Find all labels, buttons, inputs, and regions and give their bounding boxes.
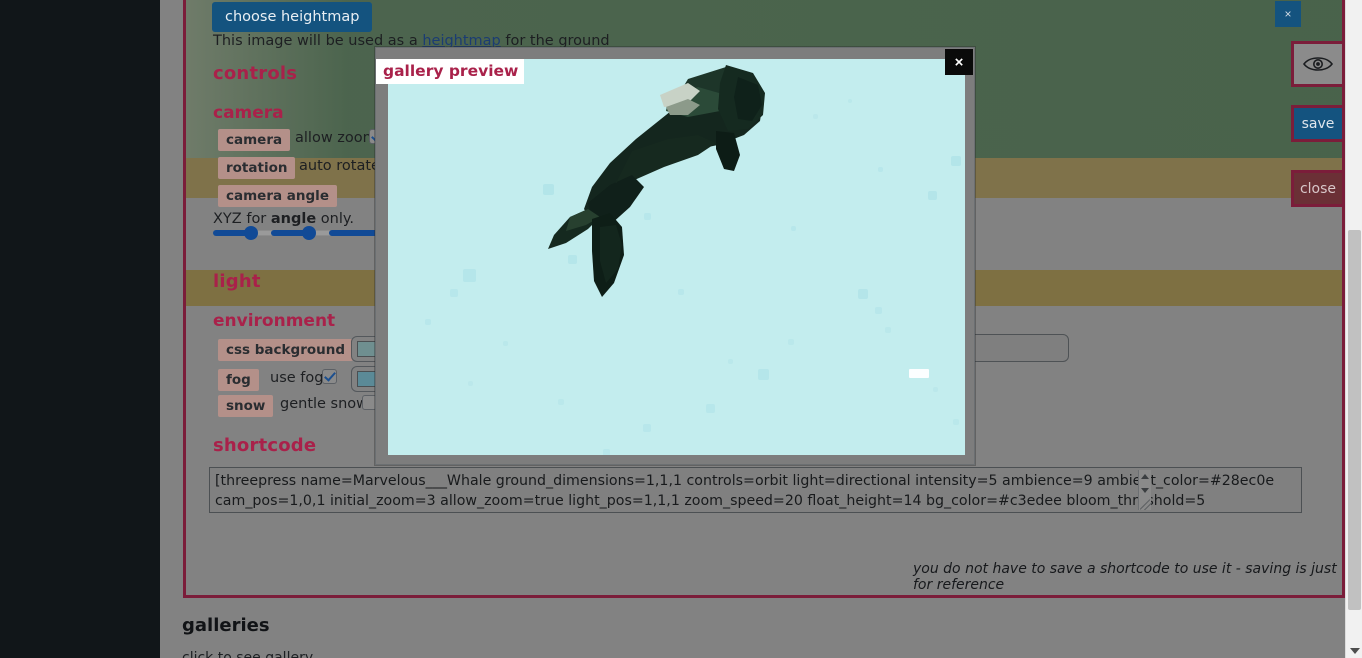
choose-heightmap-button[interactable]: choose heightmap xyxy=(212,2,373,32)
section-heading-light: light xyxy=(213,271,261,292)
section-heading-environment: environment xyxy=(213,311,336,331)
snow-particle xyxy=(951,156,961,166)
use-fog-checkbox[interactable] xyxy=(322,369,337,384)
slider-knob[interactable] xyxy=(244,226,258,240)
snow-particle xyxy=(953,419,959,425)
modal-title: gallery preview xyxy=(376,59,525,84)
snow-particle xyxy=(858,289,868,299)
preview-eye-button[interactable] xyxy=(1291,41,1345,87)
gallery-preview-modal: gallery preview × xyxy=(375,47,975,465)
close-button[interactable]: close xyxy=(1291,170,1345,207)
camera-angle-y-slider[interactable] xyxy=(271,225,333,241)
snow-particle xyxy=(450,289,458,297)
admin-sidebar xyxy=(0,0,160,658)
snow-particle xyxy=(788,339,794,345)
section-heading-camera: camera xyxy=(213,103,284,123)
snow-particle xyxy=(758,369,769,380)
snow-particle xyxy=(643,424,651,432)
snow-particle xyxy=(468,381,473,386)
snow-particle xyxy=(933,387,938,392)
screen: choose heightmap This image will be used… xyxy=(0,0,1362,658)
snow-particle xyxy=(848,99,852,103)
snow-particle xyxy=(463,269,476,282)
dismiss-notice-button[interactable]: × xyxy=(1275,1,1301,27)
pill-css-background: css background xyxy=(218,339,354,361)
galleries-subtext: click to see gallery xyxy=(182,650,314,658)
snow-particle xyxy=(425,319,431,325)
snow-particle xyxy=(909,369,929,378)
camera-angle-x-slider[interactable] xyxy=(213,225,275,241)
snow-particle xyxy=(875,307,882,314)
snow-particle xyxy=(928,191,937,200)
shortcode-save-note: you do not have to save a shortcode to u… xyxy=(913,561,1337,593)
section-heading-shortcode: shortcode xyxy=(213,435,317,456)
pill-camera-angle: camera angle xyxy=(218,185,337,207)
scroll-down-arrow-icon[interactable] xyxy=(1350,648,1360,654)
scroll-up-arrow-icon[interactable] xyxy=(1141,474,1149,479)
scroll-down-arrow-icon[interactable] xyxy=(1141,488,1149,493)
use-fog-label: use fog xyxy=(270,370,324,386)
snow-particle xyxy=(706,404,715,413)
snow-particle xyxy=(728,359,733,364)
snow-particle xyxy=(603,449,610,455)
snow-particle xyxy=(558,399,564,405)
pill-snow: snow xyxy=(218,395,274,417)
page-scrollbar[interactable] xyxy=(1345,0,1362,658)
eye-icon xyxy=(1303,57,1333,71)
section-heading-controls: controls xyxy=(213,63,298,84)
slider-knob[interactable] xyxy=(302,226,316,240)
gentle-snow-label: gentle snow xyxy=(280,396,369,412)
galleries-heading: galleries xyxy=(182,615,270,636)
snow-particle xyxy=(503,341,508,346)
snow-particle xyxy=(885,327,891,333)
pill-camera: camera xyxy=(218,129,291,151)
save-button[interactable]: save xyxy=(1291,105,1345,142)
scrollbar-thumb[interactable] xyxy=(1348,230,1361,610)
modal-close-icon[interactable]: × xyxy=(945,49,973,75)
pill-rotation: rotation xyxy=(218,157,296,179)
snow-particle xyxy=(878,167,883,172)
shortcode-resize-grip[interactable] xyxy=(1140,498,1152,510)
allow-zoom-label: allow zoom xyxy=(295,130,377,146)
whale-model xyxy=(548,65,765,297)
auto-rotate-label: auto rotate xyxy=(299,158,380,174)
pill-fog: fog xyxy=(218,369,259,391)
gallery-preview-canvas[interactable] xyxy=(388,59,965,455)
